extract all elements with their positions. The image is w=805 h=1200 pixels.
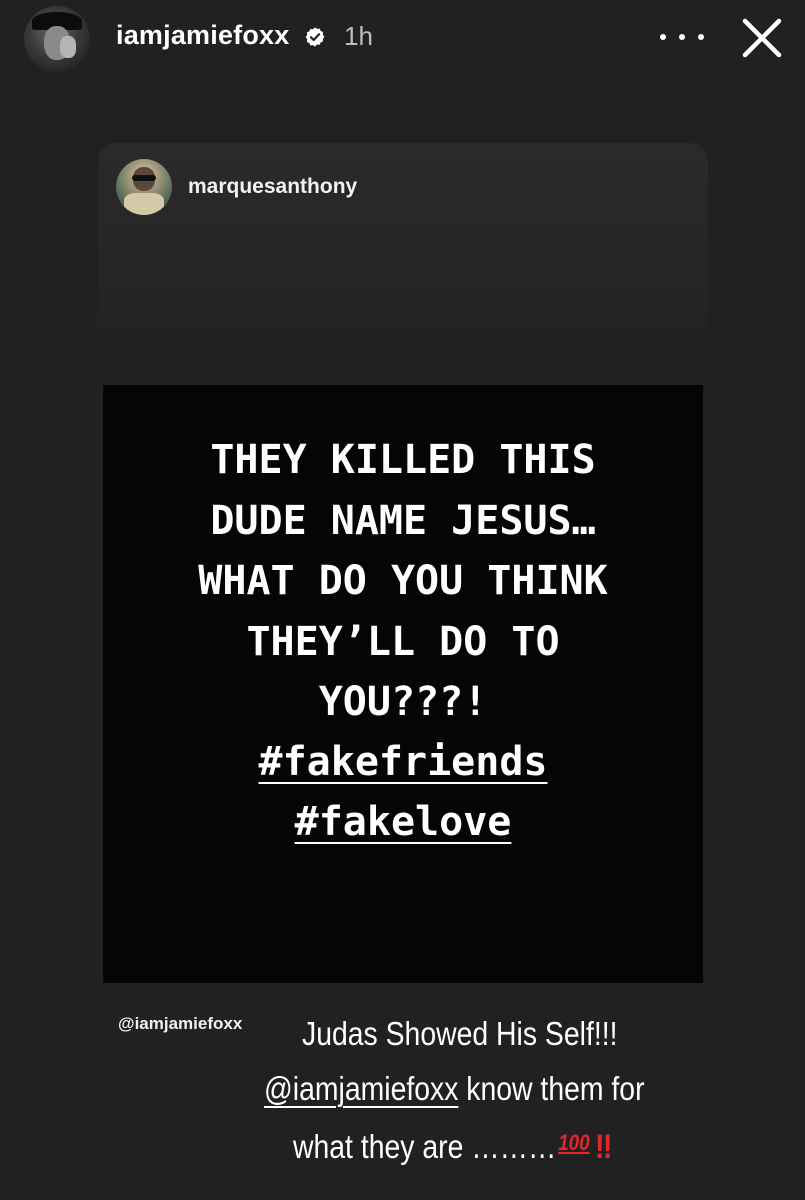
- caption-line-3-text: what they are ………: [293, 1128, 557, 1165]
- more-options-icon[interactable]: [660, 22, 704, 52]
- shared-post-card[interactable]: [98, 143, 708, 343]
- mention-sticker[interactable]: @iamjamiefoxx: [118, 1014, 242, 1034]
- shared-post-image[interactable]: THEY KILLED THIS DUDE NAME JESUS… WHAT D…: [103, 385, 703, 983]
- story-header: iamjamiefoxx 1h: [0, 0, 805, 80]
- hashtag-fakefriends[interactable]: #fakefriends: [103, 739, 703, 785]
- post-text-line: DUDE NAME JESUS…: [210, 498, 596, 544]
- avatar-glasses: [132, 175, 156, 181]
- avatar-shirt: [124, 193, 164, 215]
- caption-mention[interactable]: @iamjamiefoxx: [264, 1070, 458, 1107]
- shared-post-avatar[interactable]: [116, 159, 172, 215]
- verified-badge-icon: [305, 27, 325, 47]
- post-time: 1h: [344, 21, 373, 51]
- hundred-points-icon: 100: [558, 1130, 590, 1155]
- post-text-line: WHAT DO YOU THINK: [198, 558, 608, 604]
- dot: [660, 34, 666, 40]
- profile-avatar[interactable]: [24, 6, 90, 72]
- caption-line-3: what they are ………100 ‼: [293, 1128, 613, 1167]
- dot: [698, 34, 704, 40]
- double-exclamation-icon: ‼: [594, 1128, 613, 1166]
- post-text-line: THEY’LL DO TO: [246, 619, 560, 665]
- dot: [679, 34, 685, 40]
- hashtag-fakelove[interactable]: #fakelove: [103, 799, 703, 845]
- post-text-line: YOU???!: [318, 679, 488, 725]
- profile-username[interactable]: iamjamiefoxx: [116, 20, 289, 51]
- avatar-hand: [60, 36, 76, 58]
- caption-line-2: @iamjamiefoxx know them for: [264, 1070, 645, 1108]
- caption-line-2-text: know them for: [458, 1070, 645, 1107]
- caption-line-1: Judas Showed His Self!!!: [302, 1015, 618, 1052]
- post-text-line: THEY KILLED THIS: [210, 437, 596, 483]
- close-icon[interactable]: [736, 12, 788, 64]
- shared-post-username[interactable]: marquesanthony: [188, 175, 357, 199]
